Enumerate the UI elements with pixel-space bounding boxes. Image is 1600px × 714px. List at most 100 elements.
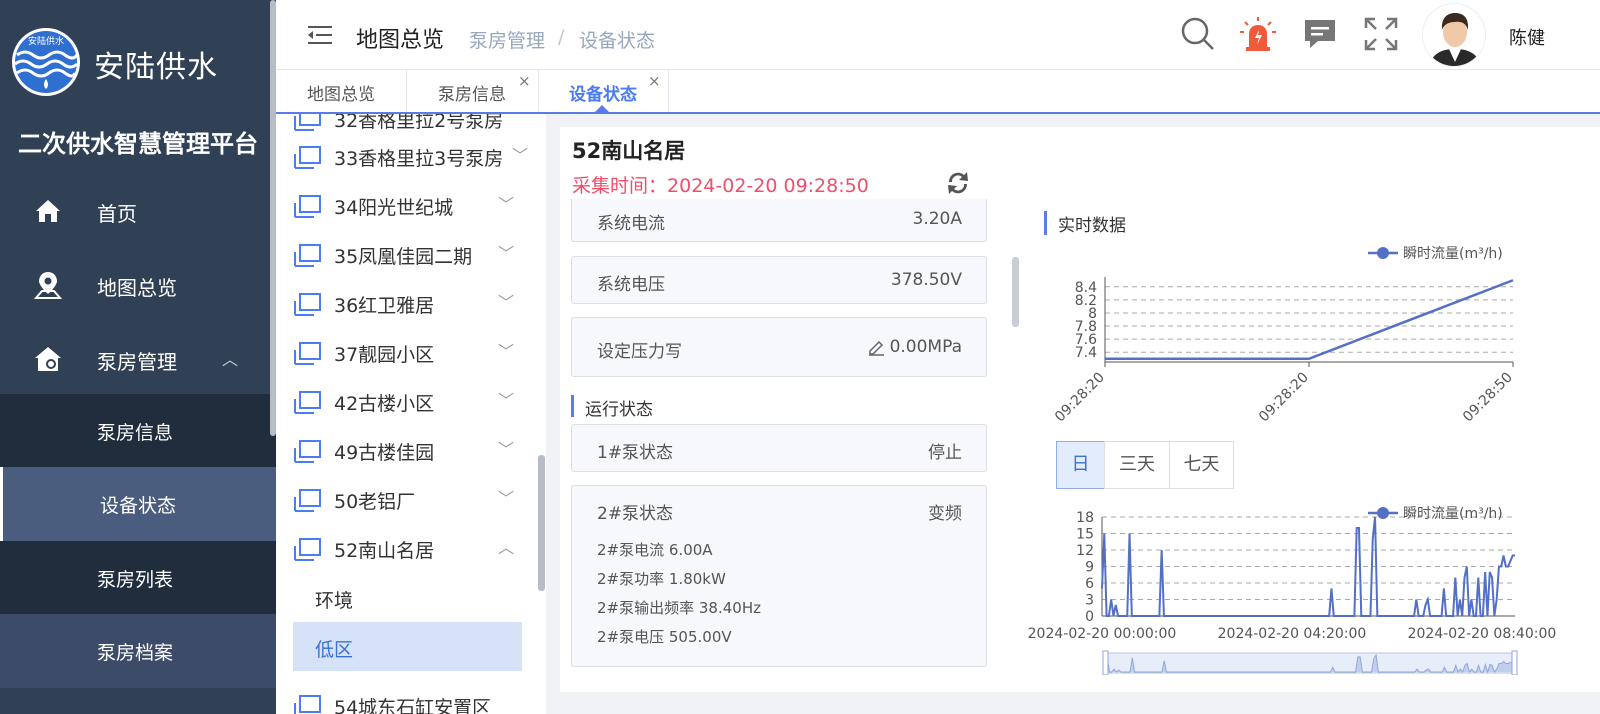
monitor-icon: [294, 195, 321, 218]
row-label: 设定压力写: [597, 342, 682, 362]
section-title-run-status: 运行状态: [571, 395, 653, 420]
chevron-up-icon: ︿: [222, 350, 239, 369]
tree-node[interactable]: 33香格里拉3号泵房 ﹀: [276, 132, 546, 181]
tree-node-label: 35凤凰佳园二期: [334, 246, 473, 268]
tab-pump-info[interactable]: 泵房信息 ×: [407, 70, 539, 112]
legend-label: 瞬时流量(m³/h): [1403, 506, 1503, 522]
data-zoom-slider[interactable]: [1102, 650, 1518, 675]
home-icon: [36, 200, 60, 222]
close-icon[interactable]: ×: [648, 72, 661, 90]
search-icon[interactable]: [1180, 16, 1216, 52]
monitor-icon: [294, 489, 321, 512]
edit-icon[interactable]: [868, 339, 885, 356]
breadcrumb-item: 设备状态: [579, 30, 656, 52]
menu-label: 地图总览: [97, 276, 177, 300]
y-tick-label: 3: [1085, 593, 1094, 609]
tab-label: 设备状态: [569, 85, 637, 105]
station-tree: 32香格里拉2号泵房 33香格里拉3号泵房 ﹀ 34阳光世纪城 ﹀ 35凤凰佳园…: [276, 114, 546, 714]
alarm-icon[interactable]: [1240, 16, 1276, 52]
close-icon[interactable]: ×: [518, 72, 531, 90]
chevron-down-icon[interactable]: ﹀: [498, 436, 514, 460]
chevron-down-icon[interactable]: ﹀: [512, 142, 528, 166]
menu-item-home[interactable]: 首页: [0, 174, 276, 248]
collapse-menu-icon[interactable]: [308, 24, 332, 46]
row-value: 378.50V: [890, 270, 962, 290]
chart-legend[interactable]: 瞬时流量(m³/h): [1368, 246, 1503, 262]
tab-map-overview[interactable]: 地图总览: [276, 70, 407, 112]
tree-node-label: 54城东石缸安置区: [334, 697, 492, 714]
chevron-down-icon[interactable]: ﹀: [498, 387, 514, 411]
submenu-item-pump-list[interactable]: 泵房列表: [0, 541, 276, 615]
message-icon[interactable]: [1302, 16, 1338, 52]
range-button-day[interactable]: 日: [1056, 441, 1105, 489]
tree-node[interactable]: 34阳光世纪城 ﹀: [276, 181, 546, 230]
tree-node-label: 42古楼小区: [334, 393, 435, 415]
panel-scrollbar[interactable]: [1012, 257, 1019, 327]
active-tab-indicator: [593, 105, 611, 114]
station-name: 52南山名居: [572, 139, 686, 163]
row-value: 停止: [928, 443, 962, 463]
y-tick-label: 8.4: [1075, 280, 1097, 296]
breadcrumb-item[interactable]: 泵房管理: [469, 26, 545, 53]
range-button-7days[interactable]: 七天: [1169, 441, 1234, 489]
tree-node[interactable]: 52南山名居 ︿: [276, 524, 546, 573]
tree-node[interactable]: 49古楼佳园 ﹀: [276, 426, 546, 475]
tree-node[interactable]: 50老铝厂 ﹀: [276, 475, 546, 524]
row-label: 2#泵状态: [597, 504, 674, 524]
tree-node[interactable]: 37靓园小区 ﹀: [276, 328, 546, 377]
tree-scrollbar[interactable]: [538, 455, 545, 591]
submenu-item-pump-archive[interactable]: 泵房档案: [0, 614, 276, 688]
data-row-system-voltage: 系统电压 378.50V: [571, 256, 987, 304]
pump-house-icon: [35, 347, 61, 371]
tree-node-label: 52南山名居: [334, 540, 435, 562]
tree-node[interactable]: 42古楼小区 ﹀: [276, 377, 546, 426]
data-row-set-pressure[interactable]: 设定压力写 0.00MPa: [571, 317, 987, 377]
submenu-label: 泵房列表: [97, 569, 174, 591]
sidebar: 安陆供水 安陆供水 二次供水智慧管理平台 首页 地图总览 泵房管理 ︿ 泵房信息…: [0, 0, 276, 714]
avatar[interactable]: [1422, 3, 1486, 67]
brand-name: 安陆供水: [94, 50, 218, 85]
x-tick-label: 2024-02-20 04:20:00: [1218, 626, 1367, 642]
y-tick-label: 0: [1085, 609, 1094, 625]
chevron-down-icon[interactable]: ﹀: [498, 240, 514, 264]
breadcrumb-separator: /: [558, 26, 565, 48]
chevron-down-icon[interactable]: ﹀: [498, 191, 514, 215]
chevron-down-icon[interactable]: ﹀: [498, 289, 514, 313]
row-label: 系统电压: [597, 275, 665, 295]
tree-node[interactable]: 35凤凰佳园二期 ﹀: [276, 230, 546, 279]
submenu-item-device-status[interactable]: 设备状态: [0, 467, 276, 541]
menu-item-map[interactable]: 地图总览: [0, 248, 276, 322]
x-tick-label: 09:28:20: [1052, 370, 1108, 426]
data-row-system-current: 系统电流 3.20A: [571, 199, 987, 242]
collect-time-label: 采集时间：: [572, 175, 668, 197]
chevron-down-icon[interactable]: ﹀: [498, 338, 514, 362]
menu-item-pump-management[interactable]: 泵房管理 ︿: [0, 322, 276, 396]
monitor-icon: [294, 293, 321, 316]
tree-leaf-label: 低区: [315, 639, 354, 661]
row-label: 1#泵状态: [597, 443, 674, 463]
user-name[interactable]: 陈健: [1509, 24, 1545, 50]
tree-node[interactable]: 36红卫雅居 ﹀: [276, 279, 546, 328]
tree-node-label: 32香格里拉2号泵房: [334, 114, 504, 132]
collect-time-value: 2024-02-20 09:28:50: [667, 175, 869, 197]
data-row-pump2-status: 2#泵状态 变频 2#泵电流 6.00A 2#泵功率 1.80kW 2#泵输出频…: [571, 485, 987, 667]
fullscreen-icon[interactable]: [1363, 16, 1399, 52]
tree-leaf-low-zone[interactable]: 低区: [293, 622, 522, 671]
row-label: 系统电流: [597, 214, 665, 234]
series-line: [1105, 279, 1514, 360]
refresh-icon[interactable]: [943, 167, 973, 199]
x-tick-label: 2024-02-20 08:40:00: [1408, 626, 1557, 642]
chevron-down-icon[interactable]: ﹀: [498, 485, 514, 509]
y-tick-label: 12: [1076, 543, 1094, 559]
history-flow-chart: 0369121518 2024-02-20 00:00:00 2024-02-20 …: [1028, 506, 1557, 675]
chart-legend[interactable]: 瞬时流量(m³/h): [1368, 506, 1503, 522]
y-tick-label: 18: [1076, 510, 1094, 526]
submenu-item-pump-info[interactable]: 泵房信息: [0, 394, 276, 468]
chevron-up-icon[interactable]: ︿: [498, 534, 514, 558]
pump2-detail: 2#泵电流 6.00A: [597, 541, 713, 559]
tree-node-label: 36红卫雅居: [334, 295, 435, 317]
monitor-icon: [294, 114, 321, 131]
tree-node[interactable]: 54城东石缸安置区: [276, 681, 546, 714]
range-button-3days[interactable]: 三天: [1104, 441, 1170, 489]
tree-leaf-environment[interactable]: 环境: [293, 573, 522, 622]
